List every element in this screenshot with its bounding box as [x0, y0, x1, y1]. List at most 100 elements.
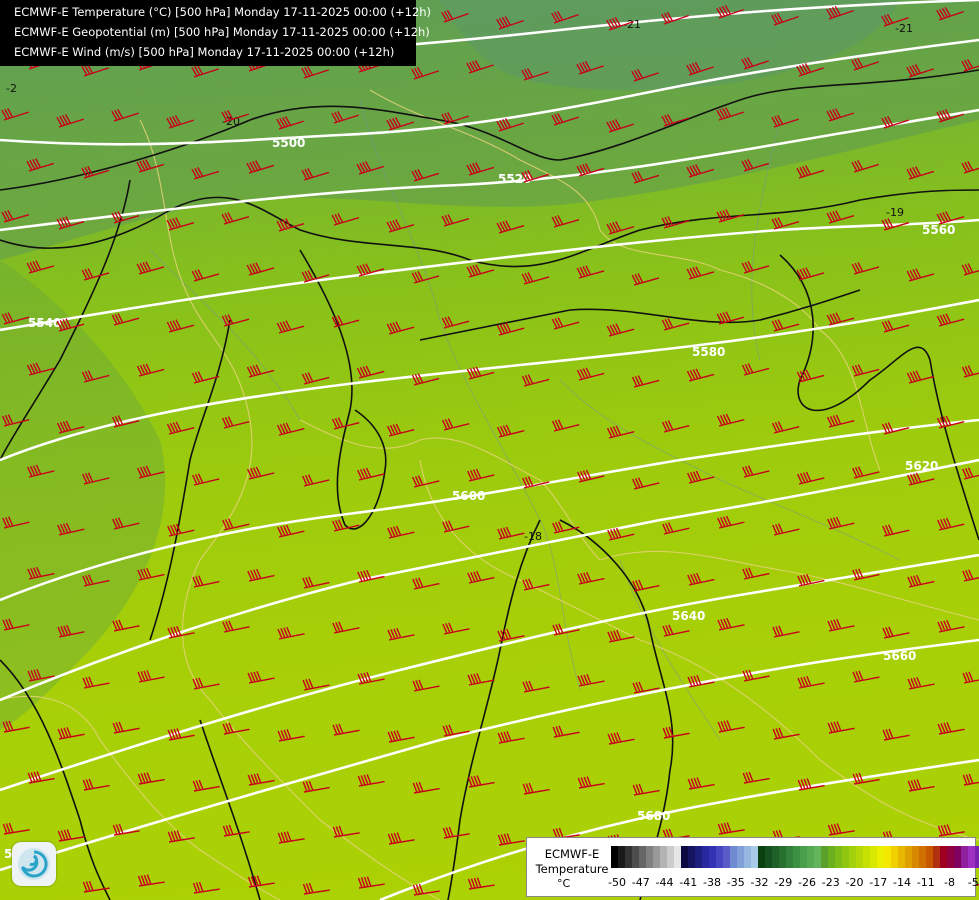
- wind-barb: [906, 370, 935, 384]
- legend-swatch: [660, 846, 667, 868]
- wind-barb: [906, 166, 935, 180]
- wind-barb: [826, 210, 855, 224]
- wind-barb: [551, 317, 580, 330]
- wind-barb: [442, 826, 470, 839]
- wind-barb: [112, 619, 140, 632]
- wind-barb: [496, 220, 525, 234]
- legend-tick: -50: [608, 876, 626, 889]
- wind-barb: [496, 424, 525, 438]
- wind-barb: [467, 877, 495, 890]
- legend-swatch: [646, 846, 653, 868]
- title-wind: ECMWF-E Wind (m/s) [500 hPa] Monday 17-1…: [14, 45, 395, 59]
- wind-barb: [717, 720, 745, 733]
- wind-barb: [247, 773, 275, 786]
- wind-barb: [2, 822, 30, 835]
- legend-swatch: [702, 846, 709, 868]
- wind-barb: [497, 731, 525, 744]
- wind-barb: [387, 832, 415, 845]
- wind-barb: [166, 217, 195, 231]
- wind-barb: [631, 273, 660, 286]
- wind-barb: [962, 671, 979, 684]
- wind-barb: [796, 267, 825, 281]
- wind-barb: [57, 829, 85, 842]
- legend-swatch: [926, 846, 933, 868]
- legend-swatch: [779, 846, 786, 868]
- wind-barb: [357, 774, 385, 787]
- wind-barb: [882, 524, 910, 537]
- legend-swatch: [758, 846, 765, 868]
- wind-barb: [717, 515, 745, 529]
- wind-barb: [962, 773, 979, 786]
- legend-swatch: [975, 846, 979, 868]
- isohypse-label: 5620: [905, 459, 938, 473]
- isohypse-label: 5500: [272, 136, 305, 150]
- wind-barb: [386, 423, 415, 437]
- wind-barb: [137, 874, 165, 887]
- wind-barb: [441, 214, 470, 227]
- wind-barb: [551, 215, 580, 228]
- wind-barb: [166, 421, 195, 435]
- ecmwf-logo[interactable]: [12, 842, 56, 886]
- legend-swatch: [912, 846, 919, 868]
- wind-barb: [221, 314, 250, 327]
- wind-barb: [771, 319, 800, 332]
- wind-barb: [851, 364, 880, 377]
- temperature-legend: ECMWF-E Temperature °C -50 -47 -44 -41 -38 -3…: [526, 837, 979, 897]
- isotherm-label: -21: [895, 22, 913, 35]
- wind-barb: [277, 729, 305, 742]
- legend-swatch: [618, 846, 625, 868]
- legend-swatch: [667, 846, 674, 868]
- wind-barb: [552, 725, 580, 738]
- legend-swatch: [793, 846, 800, 868]
- wind-barb: [276, 320, 305, 334]
- wind-barb: [277, 831, 305, 844]
- wind-barb: [192, 779, 220, 792]
- legend-swatch: [674, 846, 681, 868]
- legend-swatch: [772, 846, 779, 868]
- wind-barb: [851, 160, 880, 173]
- wind-barb: [717, 617, 745, 631]
- wind-barb: [357, 569, 385, 583]
- wind-barb: [441, 316, 470, 329]
- wind-barb: [852, 466, 880, 479]
- wind-barb: [301, 372, 330, 385]
- legend-swatch: [737, 846, 744, 868]
- weather-map[interactable]: 5500 5520 5540 5560 5580 5600 5620 5640 …: [0, 0, 979, 900]
- wind-barb: [961, 365, 979, 378]
- ecmwf-swirl-logo-icon: [18, 848, 50, 880]
- legend-color-scale: [611, 846, 979, 868]
- wind-barb: [607, 732, 635, 745]
- wind-barb: [412, 475, 440, 488]
- wind-barb: [412, 679, 440, 692]
- wind-barb: [222, 620, 250, 633]
- wind-barb: [797, 778, 825, 791]
- wind-barb: [277, 626, 305, 640]
- isotherm-label: -18: [524, 530, 542, 543]
- wind-barb: [497, 526, 525, 540]
- wind-barb: [276, 422, 305, 436]
- wind-barb: [467, 570, 495, 584]
- legend-tick: -8: [944, 876, 955, 889]
- wind-barb: [662, 522, 690, 535]
- wind-barb: [662, 726, 690, 739]
- wind-barb: [881, 422, 910, 435]
- map-title-box: ECMWF-E Temperature (°C) [500 hPa] Monda…: [0, 0, 431, 66]
- legend-swatch: [611, 846, 618, 868]
- legend-title: ECMWF-E Temperature: [535, 847, 609, 876]
- wind-barb: [827, 516, 855, 530]
- legend-swatch: [849, 846, 856, 868]
- wind-barb: [387, 525, 415, 539]
- legend-swatch: [940, 846, 947, 868]
- wind-barb: [606, 323, 635, 337]
- wind-barb: [632, 579, 660, 592]
- wind-barb: [577, 571, 605, 585]
- wind-barb: [632, 783, 660, 796]
- legend-tick: -38: [703, 876, 721, 889]
- wind-barb: [57, 727, 85, 740]
- wind-barb: [412, 781, 440, 794]
- legend-swatch: [947, 846, 954, 868]
- wind-barb: [112, 721, 140, 734]
- legend-swatch: [695, 846, 702, 868]
- legend-swatch: [870, 846, 877, 868]
- legend-unit: °C: [557, 877, 571, 890]
